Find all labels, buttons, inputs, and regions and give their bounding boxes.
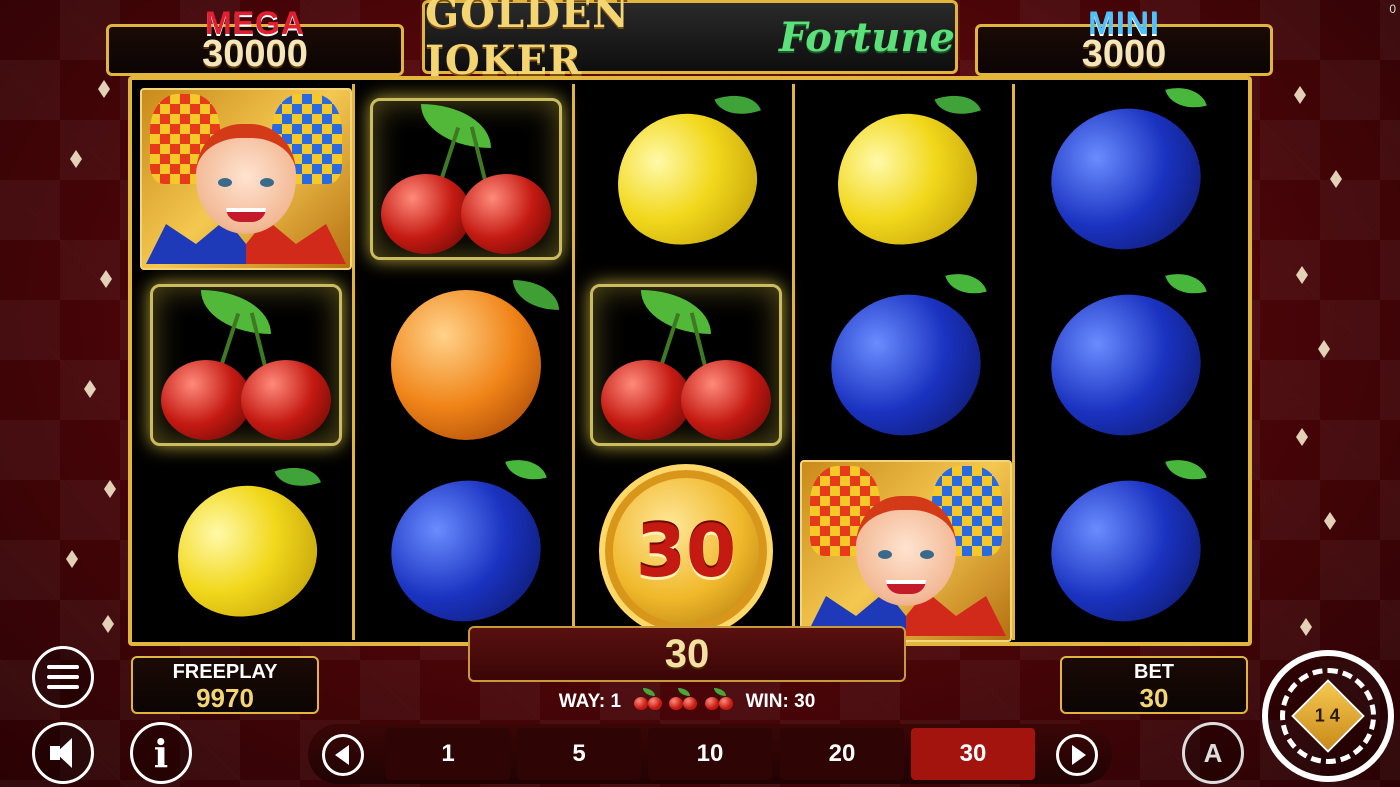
reel-cell	[360, 88, 572, 270]
cherry-icon	[633, 688, 663, 710]
plum-symbol-icon	[375, 463, 557, 639]
orange-symbol-icon	[391, 280, 559, 440]
chevron-right-icon	[1071, 745, 1086, 765]
lemon-symbol-icon	[157, 465, 335, 637]
reel-cell	[140, 274, 352, 456]
bet-prev-button[interactable]	[322, 734, 364, 776]
autoplay-icon: A	[1203, 737, 1223, 768]
cherry-icons	[633, 688, 734, 716]
mini-jackpot-value: 3000	[1081, 33, 1167, 75]
reel-cell	[360, 274, 572, 456]
reel-separator	[1012, 84, 1015, 640]
reel-separator	[792, 84, 795, 640]
freeplay-value: 9970	[196, 683, 254, 713]
plum-symbol-icon	[1035, 91, 1217, 267]
lemon-symbol-icon	[597, 93, 775, 265]
way-label: WAY: 1	[558, 691, 622, 712]
reel-cell	[580, 88, 792, 270]
reel-2	[356, 84, 572, 640]
reel-cell	[1020, 274, 1232, 456]
win-label: WIN: 30	[745, 691, 816, 712]
sound-button[interactable]	[32, 722, 94, 784]
reel-5	[1016, 84, 1232, 640]
reel-separator	[572, 84, 575, 640]
spin-cube-label: 1 4	[1315, 705, 1341, 726]
reel-cell	[140, 460, 352, 642]
lemon-symbol-icon	[817, 93, 995, 265]
win-amount-display: 30	[468, 626, 906, 682]
info-icon: i	[153, 730, 169, 776]
hamburger-menu-icon	[47, 665, 79, 689]
chevron-left-icon	[334, 745, 349, 765]
reel-cell	[1020, 460, 1232, 642]
mini-jackpot-panel: MINI 3000	[975, 5, 1273, 76]
cherries-symbol-icon	[601, 290, 771, 440]
reel-cell: 30	[580, 460, 792, 642]
freeplay-balance-panel: FREEPLAY 9970	[131, 656, 319, 714]
cherries-symbol-icon	[161, 290, 331, 440]
autoplay-button[interactable]: A	[1182, 722, 1244, 784]
spin-arrows-icon: 1 4	[1280, 668, 1376, 764]
bet-next-button[interactable]	[1056, 734, 1098, 776]
coin-value: 30	[635, 509, 737, 593]
bet-option-1[interactable]: 1	[386, 728, 510, 780]
bet-option-30[interactable]: 30	[911, 728, 1035, 780]
game-logo: GOLDEN JOKER Fortune	[422, 0, 958, 84]
coin-bonus-symbol-icon: 30	[599, 464, 773, 638]
win-way-info: WAY: 1 WIN: 30	[468, 688, 906, 716]
bet-option-20[interactable]: 20	[780, 728, 904, 780]
plum-symbol-icon	[815, 277, 997, 453]
cherry-icon	[668, 688, 698, 710]
reel-4	[796, 84, 1012, 642]
cherry-icon	[704, 688, 734, 710]
reel-cell	[580, 274, 792, 456]
reel-cell	[1020, 88, 1232, 270]
mega-jackpot-panel: MEGA 30000	[106, 5, 404, 76]
speaker-icon	[48, 738, 78, 768]
menu-button[interactable]	[32, 646, 94, 708]
reel-3: 30	[576, 84, 792, 640]
reels-area: 30	[128, 76, 1252, 646]
plum-symbol-icon	[1035, 277, 1217, 453]
reel-1	[136, 84, 352, 640]
joker-symbol-icon	[806, 466, 1006, 636]
logo-main-text: GOLDEN JOKER	[425, 0, 630, 84]
cube-spin-icon: 1 4	[1291, 679, 1365, 753]
bet-value: 30	[1139, 683, 1169, 713]
reel-cell	[800, 274, 1012, 456]
corner-counter: 0	[1389, 2, 1396, 16]
reel-cell	[360, 460, 572, 642]
bet-label: BET	[1134, 661, 1174, 683]
joker-symbol-icon	[146, 94, 346, 264]
bet-selector: 1 5 10 20 30	[308, 724, 1112, 784]
info-button[interactable]: i	[130, 722, 192, 784]
cherries-symbol-icon	[381, 104, 551, 254]
reel-cell	[800, 88, 1012, 270]
bet-panel: BET 30	[1060, 656, 1248, 714]
freeplay-label: FREEPLAY	[172, 661, 278, 683]
bet-option-5[interactable]: 5	[517, 728, 641, 780]
spin-button[interactable]: 1 4	[1262, 650, 1394, 782]
reel-cell	[140, 88, 352, 270]
reel-separator	[352, 84, 355, 640]
logo-script-text: Fortune	[778, 13, 955, 61]
mega-jackpot-value: 30000	[202, 33, 308, 75]
bet-option-10[interactable]: 10	[648, 728, 772, 780]
reel-cell	[800, 460, 1012, 642]
plum-symbol-icon	[1035, 463, 1217, 639]
